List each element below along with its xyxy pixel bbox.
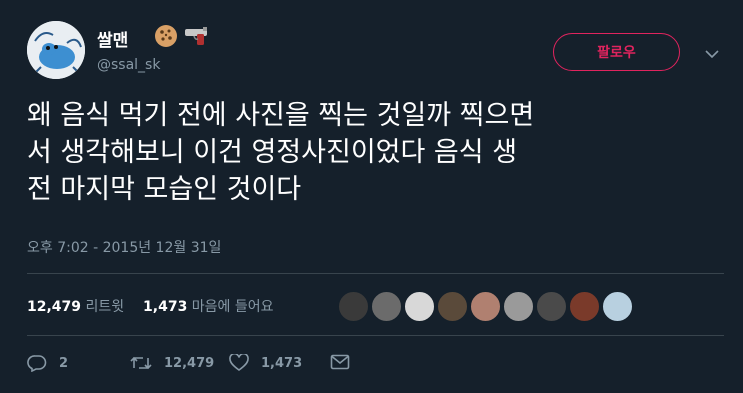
water-pistol-icon [183, 24, 211, 52]
liker-avatar[interactable] [437, 291, 468, 322]
tweet-timestamp[interactable]: 오후 7:02 - 2015년 12월 31일 [27, 237, 221, 257]
liker-avatar[interactable] [569, 291, 600, 322]
envelope-icon[interactable] [330, 354, 350, 370]
display-name[interactable]: 쌀맨 [97, 26, 128, 51]
liker-avatar[interactable] [503, 291, 534, 322]
like-action[interactable]: 1,473 [229, 354, 302, 372]
like-count-action: 1,473 [261, 355, 303, 371]
liker-avatar[interactable] [404, 291, 435, 322]
cookie-icon [154, 24, 178, 52]
user-handle[interactable]: @ssal_sk [97, 57, 160, 73]
retweet-count[interactable]: 12,479 [27, 299, 81, 315]
liker-avatar[interactable] [536, 291, 567, 322]
retweet-action[interactable]: 12,479 [130, 354, 214, 372]
liker-avatar[interactable] [338, 291, 369, 322]
like-label[interactable]: 마음에 들어요 [192, 299, 274, 315]
chevron-down-icon[interactable] [705, 44, 719, 63]
liker-avatars [338, 291, 633, 322]
retweet-icon[interactable] [130, 354, 152, 372]
divider [27, 335, 724, 336]
liker-avatar[interactable] [371, 291, 402, 322]
retweet-label[interactable]: 리트윗 [85, 299, 124, 315]
tweet-text: 왜 음식 먹기 전에 사진을 찍는 것일까 찍으면 서 생각해보니 이건 영정사… [27, 100, 535, 205]
reply-count: 2 [59, 355, 69, 371]
like-count[interactable]: 1,473 [143, 299, 187, 315]
avatar-crab-illustration [27, 21, 85, 79]
liker-avatar[interactable] [470, 291, 501, 322]
engagement-stats: 12,479 리트윗 1,473 마음에 들어요 [27, 296, 274, 316]
reply-action[interactable]: 2 [27, 354, 68, 372]
avatar[interactable] [27, 21, 85, 79]
divider [27, 273, 724, 274]
retweet-count-action: 12,479 [164, 355, 215, 371]
heart-icon[interactable] [229, 354, 249, 372]
message-action[interactable] [330, 354, 350, 370]
liker-avatar[interactable] [602, 291, 633, 322]
reply-icon[interactable] [27, 354, 47, 372]
follow-button[interactable]: 팔로우 [553, 33, 680, 71]
